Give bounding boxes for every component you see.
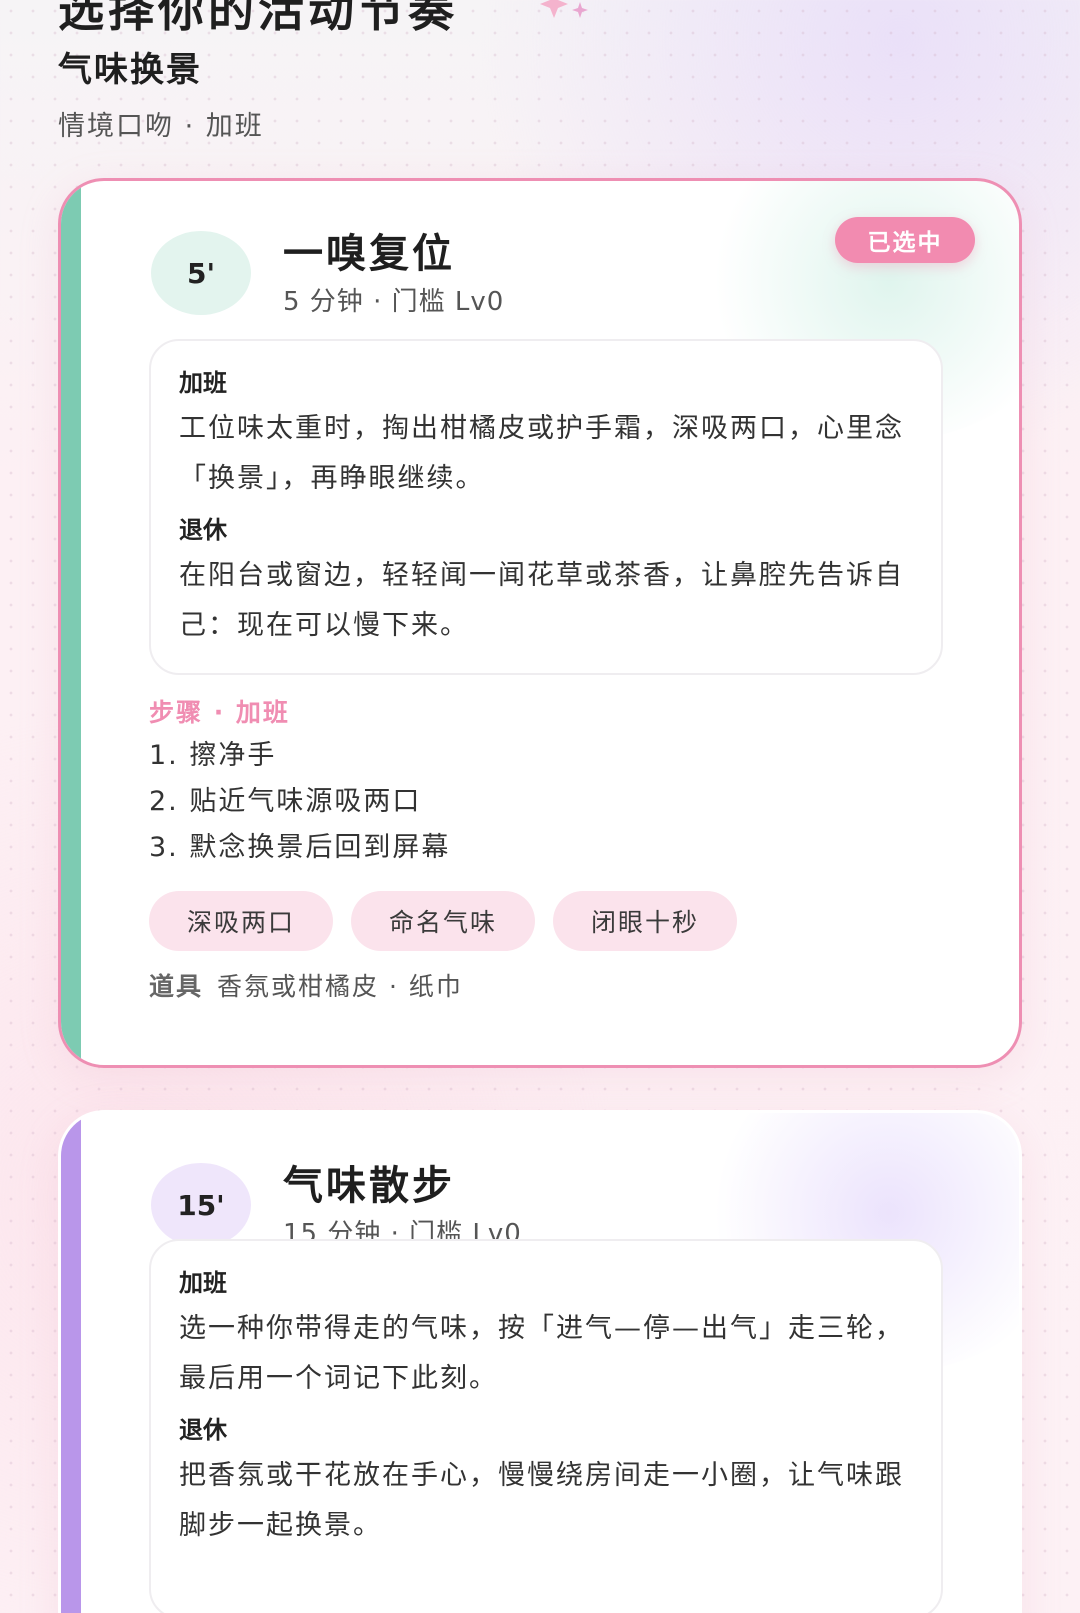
- tag-chip[interactable]: 命名气味: [351, 891, 535, 951]
- activity-name: 一嗅复位: [283, 231, 455, 277]
- activity-name: 气味散步: [283, 1163, 455, 1209]
- step-item: 2. 贴近气味源吸两口: [149, 786, 422, 817]
- scenario-text: 选一种你带得走的气味，按「进气—停—出气」走三轮，最后用一个词记下此刻。: [179, 1313, 904, 1394]
- scenario-text: 把香氛或干花放在手心，慢慢绕房间走一小圈，让气味跟脚步一起换景。: [179, 1460, 904, 1541]
- scenario-label: 退休: [179, 1416, 227, 1444]
- section-title: 气味换景: [58, 50, 202, 90]
- tag-chip[interactable]: 深吸两口: [149, 891, 333, 951]
- activity-card-selected[interactable]: 5' 一嗅复位 5 分钟 · 门槛 Lv0 已选中 加班 工位味太重时，掏出柑橘…: [58, 178, 1022, 1068]
- props-line: 道具 香氛或柑橘皮 · 纸巾: [149, 967, 463, 1003]
- selected-badge: 已选中: [835, 217, 975, 263]
- steps-list: 1. 擦净手 2. 贴近气味源吸两口 3. 默念换景后回到屏幕: [149, 733, 450, 871]
- scenario-text: 在阳台或窗边，轻轻闻一闻花草或茶香，让鼻腔先告诉自己：现在可以慢下来。: [179, 560, 904, 641]
- activity-meta: 5 分钟 · 门槛 Lv0: [283, 287, 505, 317]
- duration-badge: 5': [151, 231, 251, 315]
- activity-card[interactable]: 15' 气味散步 15 分钟 · 门槛 Lv0 加班 选一种你带得走的气味，按「…: [58, 1110, 1022, 1613]
- duration-badge: 15': [151, 1163, 251, 1247]
- card-accent-bar: [61, 181, 81, 1065]
- scenario-label: 加班: [179, 1269, 227, 1297]
- page-title: 选择你的活动节奏: [58, 0, 458, 37]
- scenario-box: 加班 工位味太重时，掏出柑橘皮或护手霜，深吸两口，心里念「换景」，再睁眼继续。 …: [149, 339, 943, 675]
- step-item: 1. 擦净手: [149, 740, 277, 771]
- props-label: 道具: [149, 972, 204, 1001]
- scenario-label: 退休: [179, 516, 227, 544]
- steps-title: 步骤 · 加班: [149, 698, 290, 727]
- scenario-text: 工位味太重时，掏出柑橘皮或护手霜，深吸两口，心里念「换景」，再睁眼继续。: [179, 413, 904, 494]
- scenario-box: 加班 选一种你带得走的气味，按「进气—停—出气」走三轮，最后用一个词记下此刻。 …: [149, 1239, 943, 1613]
- tag-chips: 深吸两口 命名气味 闭眼十秒: [149, 891, 737, 951]
- section-subtitle: 情境口吻 · 加班: [58, 111, 264, 142]
- tag-chip[interactable]: 闭眼十秒: [553, 891, 737, 951]
- card-accent-bar: [61, 1113, 81, 1613]
- props-value: 香氛或柑橘皮 · 纸巾: [217, 972, 463, 1001]
- scenario-label: 加班: [179, 369, 227, 397]
- step-item: 3. 默念换景后回到屏幕: [149, 832, 451, 863]
- sparkle-icon: [540, 0, 588, 18]
